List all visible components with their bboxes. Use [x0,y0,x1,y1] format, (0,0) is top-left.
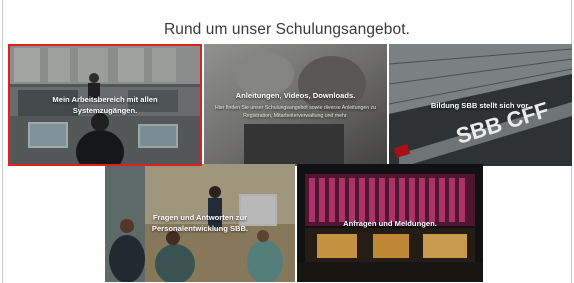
tile-anfragen-title: Anfragen und Meldungen. [343,218,437,228]
tile-anfragen[interactable]: Anfragen und Meldungen. [297,164,483,282]
tile-anleitungen-title: Anleitungen, Videos, Downloads. [235,91,356,100]
tile-personalentwicklung[interactable]: Fragen und Antworten zur Personalentwick… [105,164,295,282]
page-frame: Rund um unser Schulungsangebot. Mein Arb… [0,0,574,283]
tile-anleitungen-subtitle: Hier finden Sie unser Schulungsangebot s… [214,105,377,119]
page-title: Rund um unser Schulungsangebot. [163,21,411,39]
tile-bildung-title: Bildung SBB stellt sich vor. [430,100,531,110]
tile-arbeitsbereich[interactable]: Mein Arbeitsbereich mit allen Systemzugä… [8,44,202,166]
tile-personalentwicklung-title: Fragen und Antworten zur Personalentwick… [151,213,249,233]
left-border [2,0,3,283]
tile-bildung[interactable]: SBB CFF Bildung SBB stellt sich vor. [389,44,572,166]
tile-anleitungen[interactable]: Anleitungen, Videos, Downloads. Hier fin… [204,44,387,166]
tile-arbeitsbereich-title: Mein Arbeitsbereich mit allen Systemzugä… [52,95,158,115]
